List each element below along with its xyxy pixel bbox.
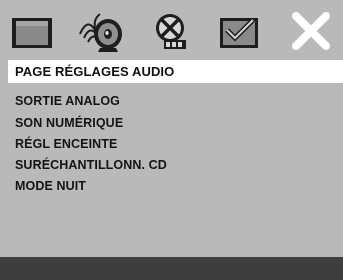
menu-item-cd-upsampling[interactable]: SURÉCHANTILLONN. CD <box>15 158 167 172</box>
general-setup-icon[interactable] <box>6 8 60 54</box>
setup-tab-bar <box>0 0 343 60</box>
close-icon[interactable] <box>284 8 338 54</box>
page-title: PAGE RÉGLAGES AUDIO <box>15 64 175 79</box>
menu-item-digital-audio[interactable]: SON NUMÉRIQUE <box>15 116 123 130</box>
audio-setup-screen: PAGE RÉGLAGES AUDIO SORTIE ANALOG SON NU… <box>0 0 343 280</box>
preference-check-icon[interactable] <box>212 8 266 54</box>
page-header: PAGE RÉGLAGES AUDIO <box>8 60 343 83</box>
menu-item-speaker-setup[interactable]: RÉGL ENCEINTE <box>15 137 117 151</box>
dolby-digital-icon[interactable] <box>144 8 198 54</box>
audio-setup-icon[interactable] <box>74 8 128 54</box>
menu-item-analog-output[interactable]: SORTIE ANALOG <box>15 94 120 108</box>
help-bar <box>0 257 343 280</box>
audio-settings-menu: SORTIE ANALOG SON NUMÉRIQUE RÉGL ENCEINT… <box>8 83 343 255</box>
menu-item-night-mode[interactable]: MODE NUIT <box>15 179 86 193</box>
